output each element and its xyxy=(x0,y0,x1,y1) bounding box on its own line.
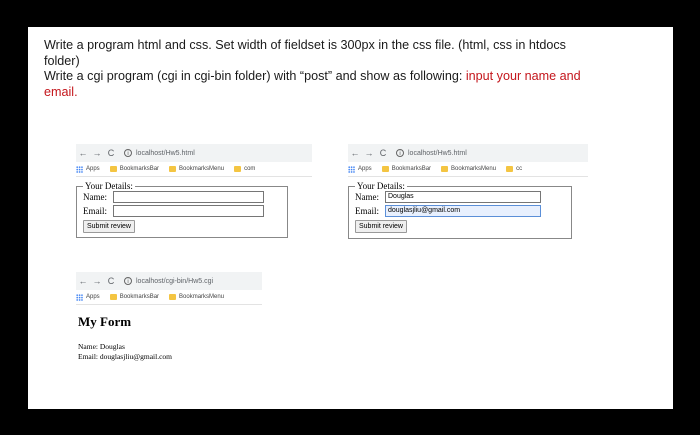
browser-filled-form: ← → C i localhost/Hw5.html Apps Bookmarks… xyxy=(348,144,588,239)
bookmark-apps[interactable]: Apps xyxy=(76,293,100,301)
bookmark-bookmarksmenu[interactable]: BookmarksMenu xyxy=(169,294,224,300)
assignment-line-2: Write a cgi program (cgi in cgi-bin fold… xyxy=(44,69,604,100)
browser-cgi-result: ← → C i localhost/cgi-bin/Hw5.cgi Apps Bo… xyxy=(76,272,262,362)
bookmark-apps[interactable]: Apps xyxy=(76,165,100,173)
name-row: Name: xyxy=(83,191,281,203)
name-row: Name: Douglas xyxy=(355,191,565,203)
assignment-line-2-text: Write a cgi program (cgi in cgi-bin fold… xyxy=(44,69,466,83)
folder-icon xyxy=(441,166,449,172)
bookmark-com[interactable]: com xyxy=(234,166,255,172)
url-text: localhost/Hw5.html xyxy=(136,149,195,157)
result-title: My Form xyxy=(78,314,132,329)
result-name-line: Name: Douglas xyxy=(78,342,125,351)
back-icon[interactable]: ← xyxy=(76,148,90,158)
bookmarks-bar: Apps BookmarksBar BookmarksMenu com xyxy=(76,162,312,177)
url-text: localhost/Hw5.html xyxy=(408,149,467,157)
apps-grid-icon xyxy=(76,165,83,173)
email-input[interactable]: douglasjliu@gmail.com xyxy=(385,205,541,217)
info-icon: i xyxy=(124,149,132,157)
details-fieldset: Your Details: Name: Email: Submit review xyxy=(76,181,288,238)
email-label: Email: xyxy=(355,206,379,216)
folder-icon xyxy=(109,166,117,172)
name-input[interactable] xyxy=(113,191,264,203)
folder-icon xyxy=(169,166,177,172)
back-icon[interactable]: ← xyxy=(348,148,362,158)
apps-grid-icon xyxy=(348,165,355,173)
browser-toolbar: ← → C i localhost/Hw5.html xyxy=(76,144,312,162)
forward-icon[interactable]: → xyxy=(362,148,376,158)
back-icon[interactable]: ← xyxy=(76,276,90,286)
bookmarks-bar: Apps BookmarksBar BookmarksMenu cc xyxy=(348,162,588,177)
email-label: Email: xyxy=(83,206,107,216)
bookmark-apps[interactable]: Apps xyxy=(348,165,372,173)
assignment-text: Write a program html and css. Set width … xyxy=(44,38,604,100)
bookmark-bookmarksbar[interactable]: BookmarksBar xyxy=(109,166,159,172)
bookmarks-bar: Apps BookmarksBar BookmarksMenu xyxy=(76,290,262,305)
address-bar[interactable]: i localhost/cgi-bin/Hw5.cgi xyxy=(124,277,213,285)
forward-icon[interactable]: → xyxy=(90,276,104,286)
info-icon: i xyxy=(124,277,132,285)
address-bar[interactable]: i localhost/Hw5.html xyxy=(124,149,195,157)
browser-toolbar: ← → C i localhost/Hw5.html xyxy=(348,144,588,162)
folder-icon xyxy=(234,166,242,172)
info-icon: i xyxy=(396,149,404,157)
bookmark-bookmarksbar[interactable]: BookmarksBar xyxy=(381,166,431,172)
email-input[interactable] xyxy=(113,205,264,217)
name-label: Name: xyxy=(355,192,379,202)
assignment-line-1: Write a program html and css. Set width … xyxy=(44,38,566,68)
result-email-line: Email: douglasjliu@gmail.com xyxy=(78,352,172,361)
forward-icon[interactable]: → xyxy=(90,148,104,158)
reload-icon[interactable]: C xyxy=(104,276,118,286)
submit-review-button[interactable]: Submit review xyxy=(83,220,135,233)
url-text: localhost/cgi-bin/Hw5.cgi xyxy=(136,277,214,285)
folder-icon xyxy=(506,166,514,172)
name-label: Name: xyxy=(83,192,107,202)
email-row: Email: xyxy=(83,205,281,217)
reload-icon[interactable]: C xyxy=(104,148,118,158)
submit-review-button[interactable]: Submit review xyxy=(355,220,407,233)
bookmark-bookmarksmenu[interactable]: BookmarksMenu xyxy=(441,166,496,172)
details-fieldset: Your Details: Name: Douglas Email: dougl… xyxy=(348,181,572,239)
bookmark-cc[interactable]: cc xyxy=(506,166,522,172)
email-row: Email: douglasjliu@gmail.com xyxy=(355,205,565,217)
folder-icon xyxy=(169,294,177,300)
fieldset-legend: Your Details: xyxy=(357,181,405,191)
bookmark-bookmarksmenu[interactable]: BookmarksMenu xyxy=(169,166,224,172)
folder-icon xyxy=(109,294,117,300)
apps-grid-icon xyxy=(76,293,83,301)
browser-empty-form: ← → C i localhost/Hw5.html Apps Bookmarks… xyxy=(76,144,312,238)
address-bar[interactable]: i localhost/Hw5.html xyxy=(396,149,467,157)
reload-icon[interactable]: C xyxy=(376,148,390,158)
bookmark-bookmarksbar[interactable]: BookmarksBar xyxy=(109,294,159,300)
fieldset-legend: Your Details: xyxy=(85,181,133,191)
name-input[interactable]: Douglas xyxy=(385,191,541,203)
browser-toolbar: ← → C i localhost/cgi-bin/Hw5.cgi xyxy=(76,272,262,290)
folder-icon xyxy=(381,166,389,172)
